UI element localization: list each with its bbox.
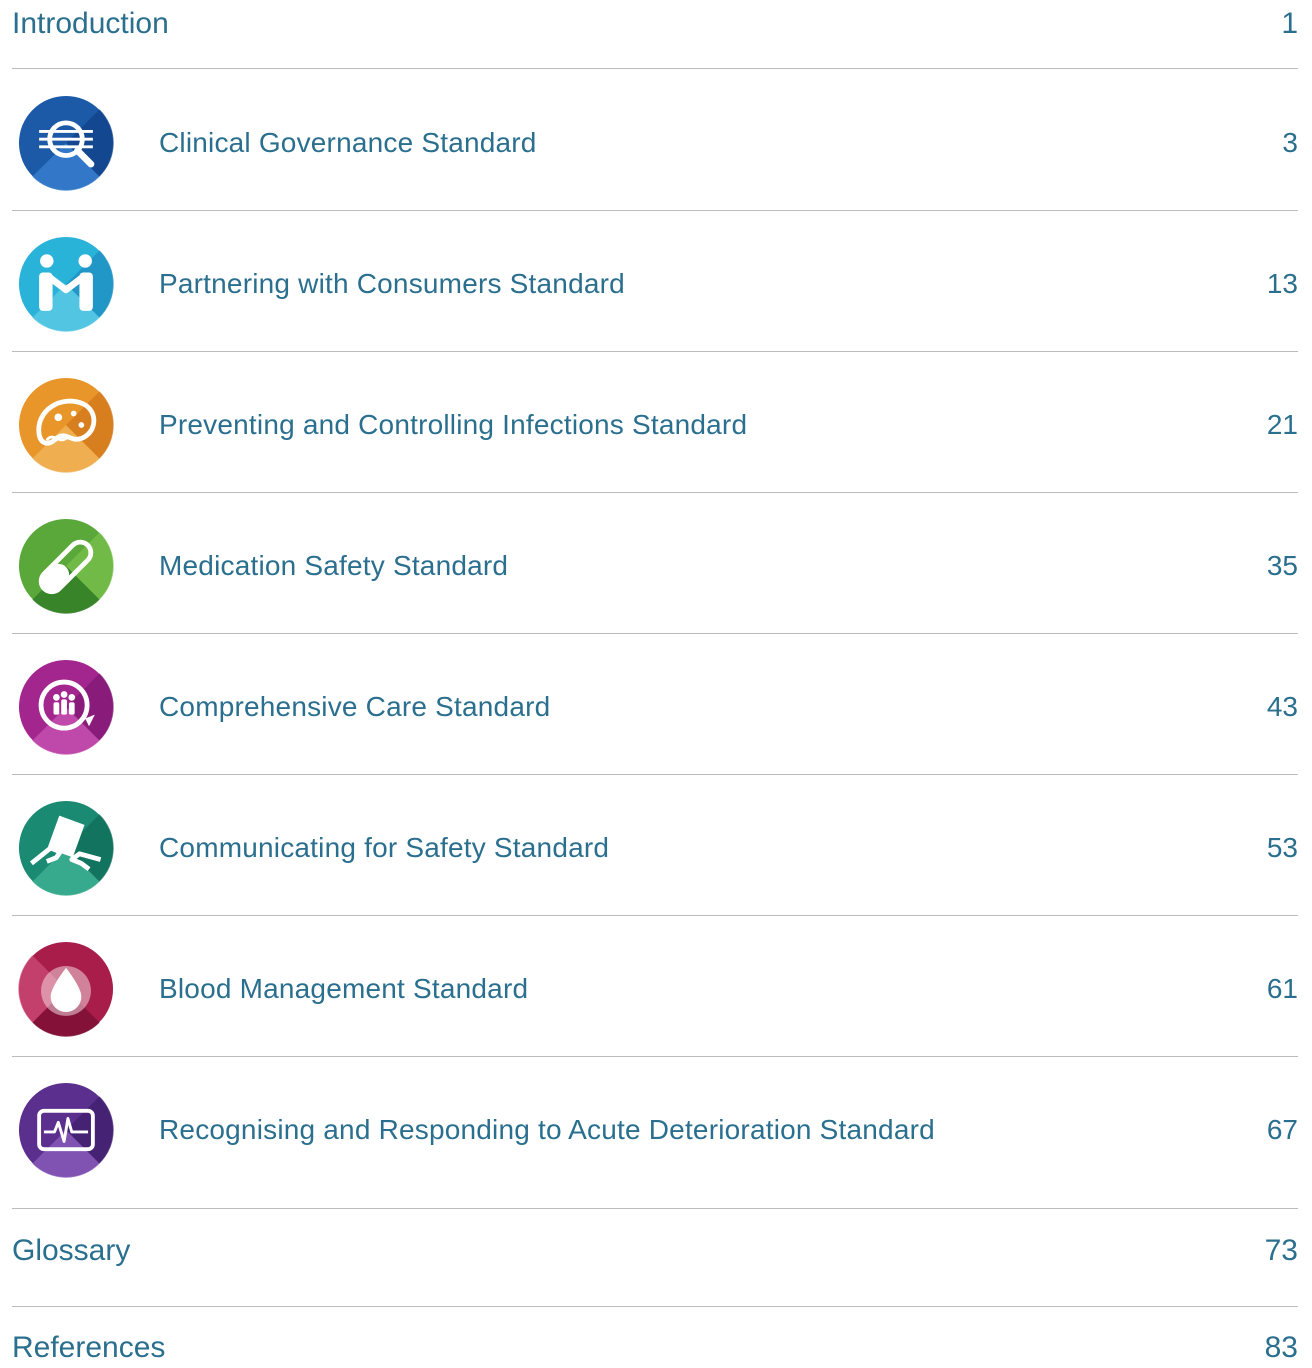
- toc-entry-communicating-for-safety[interactable]: Communicating for Safety Standard 53: [12, 797, 1298, 899]
- toc-entry-page-number: 3: [1282, 127, 1298, 158]
- toc-entry-page-number: 1: [1281, 7, 1298, 40]
- divider: [12, 774, 1298, 775]
- heart-monitor-icon: [18, 1082, 114, 1178]
- toc-entry-page-number: 35: [1266, 550, 1298, 581]
- hand-document-icon: [18, 800, 114, 896]
- toc-entry-page-number: 53: [1266, 832, 1298, 863]
- toc-entry-label: Communicating for Safety Standard: [159, 832, 610, 863]
- divider: [12, 492, 1298, 493]
- toc-entry-label: Medication Safety Standard: [159, 550, 509, 581]
- toc-entry-label: References: [12, 1331, 166, 1364]
- toc-entry-label: Glossary: [12, 1234, 131, 1267]
- divider: [12, 633, 1298, 634]
- toc-entry-medication-safety[interactable]: Medication Safety Standard 35: [12, 515, 1298, 617]
- toc-entry-introduction[interactable]: Introduction 1: [12, 2, 1298, 46]
- toc-entry-references[interactable]: References 83: [12, 1328, 1298, 1368]
- divider: [12, 1056, 1298, 1057]
- microbe-icon: [18, 377, 114, 473]
- toc-entry-label: Introduction: [12, 7, 169, 40]
- toc-entry-partnering-with-consumers[interactable]: Partnering with Consumers Standard 13: [12, 233, 1298, 335]
- toc-entry-label: Partnering with Consumers Standard: [159, 268, 625, 299]
- blood-drop-icon: [18, 941, 114, 1037]
- pill-capsule-icon: [18, 518, 114, 614]
- toc-entry-page-number: 43: [1266, 691, 1298, 722]
- toc-entry-page-number: 61: [1266, 973, 1298, 1004]
- toc-entry-page-number: 73: [1264, 1234, 1298, 1267]
- toc-entry-label: Preventing and Controlling Infections St…: [159, 409, 748, 440]
- table-of-contents: Introduction 1 Clinical Governance Stand…: [0, 0, 1312, 1364]
- people-partnering-icon: [18, 236, 114, 332]
- divider: [12, 68, 1298, 69]
- toc-entry-acute-deterioration[interactable]: Recognising and Responding to Acute Dete…: [12, 1079, 1298, 1181]
- divider: [12, 1208, 1298, 1209]
- divider: [12, 915, 1298, 916]
- divider: [12, 1306, 1298, 1307]
- toc-entry-label: Blood Management Standard: [159, 973, 529, 1004]
- people-cycle-icon: [18, 659, 114, 755]
- toc-entry-label: Clinical Governance Standard: [159, 127, 537, 158]
- toc-entry-clinical-governance[interactable]: Clinical Governance Standard 3: [12, 92, 1298, 194]
- toc-entry-label: Comprehensive Care Standard: [159, 691, 551, 722]
- magnifier-document-icon: [18, 95, 114, 191]
- toc-entry-glossary[interactable]: Glossary 73: [12, 1229, 1298, 1273]
- toc-entry-comprehensive-care[interactable]: Comprehensive Care Standard 43: [12, 656, 1298, 758]
- toc-entry-page-number: 21: [1266, 409, 1298, 440]
- toc-entry-preventing-infections[interactable]: Preventing and Controlling Infections St…: [12, 374, 1298, 476]
- toc-entry-page-number: 67: [1266, 1114, 1298, 1145]
- divider: [12, 210, 1298, 211]
- toc-entry-page-number: 13: [1266, 268, 1298, 299]
- toc-entry-label: Recognising and Responding to Acute Dete…: [159, 1114, 935, 1145]
- divider: [12, 351, 1298, 352]
- toc-entry-page-number: 83: [1264, 1331, 1298, 1364]
- toc-entry-blood-management[interactable]: Blood Management Standard 61: [12, 938, 1298, 1040]
